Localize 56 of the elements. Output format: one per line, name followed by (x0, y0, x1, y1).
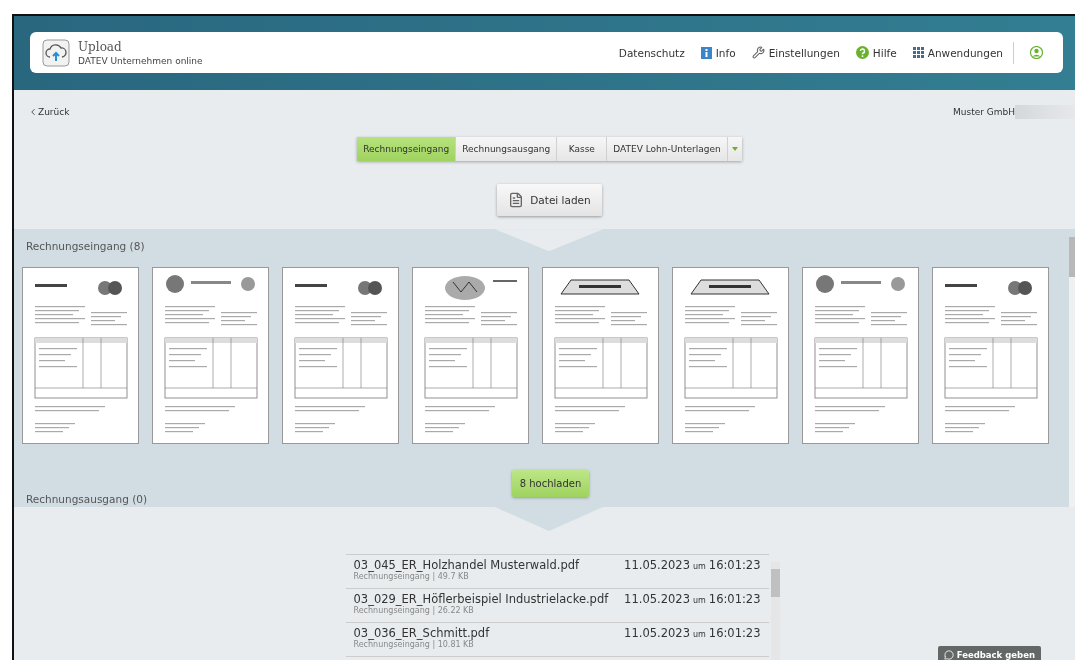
document-thumbnail[interactable] (802, 267, 919, 445)
file-meta: Rechnungseingang | 49.7 KB (353, 572, 469, 581)
app-subtitle: DATEV Unternehmen online (78, 55, 204, 66)
category-tab[interactable]: DATEV Lohn-Unterlagen (607, 137, 728, 162)
upload-button[interactable]: 8 hochladen (511, 470, 590, 498)
document-thumbnail[interactable] (22, 267, 139, 445)
scrollbar[interactable] (770, 562, 780, 660)
help-icon (855, 46, 869, 59)
category-tab[interactable]: Rechnungsausgang (456, 137, 558, 162)
date-connector: um (692, 596, 706, 605)
user-icon[interactable] (1030, 46, 1043, 59)
speech-bubble-icon (943, 650, 954, 660)
caret-icon (731, 147, 738, 152)
file-name: 03_036_ER_Schmitt.pdf (353, 626, 491, 640)
info-icon (700, 46, 712, 59)
date-connector: um (692, 562, 706, 571)
document-thumbnail[interactable] (542, 267, 659, 445)
wrench-icon (751, 46, 765, 59)
upload-time: 16:01:23 (708, 592, 761, 606)
section-title: Rechnungsausgang (0) (25, 493, 148, 506)
file-row[interactable]: 03_036_ER_Schmitt.pdf Rechnungseingang | 10.81 KB 11.05.2023 um 16:01:23 (345, 623, 769, 657)
document-thumbnail[interactable] (282, 267, 399, 445)
category-tab[interactable]: Rechnungseingang (357, 137, 457, 162)
nav-link[interactable]: Einstellungen (751, 46, 840, 59)
document-thumbnail[interactable] (932, 267, 1049, 445)
file-meta: Rechnungseingang | 26.22 KB (353, 606, 474, 615)
app-title: Upload (78, 39, 123, 54)
file-meta: Rechnungseingang | 10.81 KB (353, 640, 474, 649)
upload-time: 16:01:23 (708, 626, 761, 640)
company-name: Muster GmbH (953, 107, 1015, 118)
upload-date: 11.05.2023 (624, 626, 690, 640)
upload-date: 11.05.2023 (624, 592, 690, 606)
nav-link[interactable]: Datenschutz (618, 46, 685, 59)
nav-link[interactable]: Info (700, 46, 736, 59)
file-name: 03_045_ER_Holzhandel Musterwald.pdf (353, 558, 581, 572)
date-connector: um (692, 630, 706, 639)
document-icon (508, 192, 525, 209)
upload-date: 11.05.2023 (624, 558, 690, 572)
category-tab[interactable]: Kasse (557, 137, 608, 162)
feedback-button[interactable]: Feedback geben (937, 646, 1041, 660)
file-row[interactable]: 03_045_ER_Holzhandel Musterwald.pdf Rechnungseingang | 49.7 KB 11.05.2023 um 16:01:23 (345, 555, 769, 589)
document-thumbnail[interactable] (412, 267, 529, 445)
load-file-button[interactable]: Datei laden (497, 184, 602, 217)
document-thumbnail[interactable] (152, 267, 269, 445)
upload-time: 16:01:23 (708, 558, 761, 572)
grid-icon (912, 47, 924, 58)
scrollbar[interactable] (1069, 237, 1075, 508)
file-row[interactable]: 03_029_ER_Höflerbeispiel Industrielacke.pdf Rechnungseingang | 26.22 KB 11.05.2023 um 16:01:23 (345, 589, 769, 623)
chevron-left-icon (28, 107, 38, 118)
section-title: Rechnungseingang (8) (26, 240, 145, 255)
back-link[interactable]: Zurück (28, 107, 70, 118)
cloud-upload-icon (42, 38, 70, 67)
nav-link[interactable]: Hilfe (855, 46, 897, 59)
document-thumbnail[interactable] (672, 267, 789, 445)
file-name: 03_029_ER_Höflerbeispiel Industrielacke.pdf (353, 592, 610, 606)
nav-link[interactable]: Anwendungen (912, 46, 1003, 59)
